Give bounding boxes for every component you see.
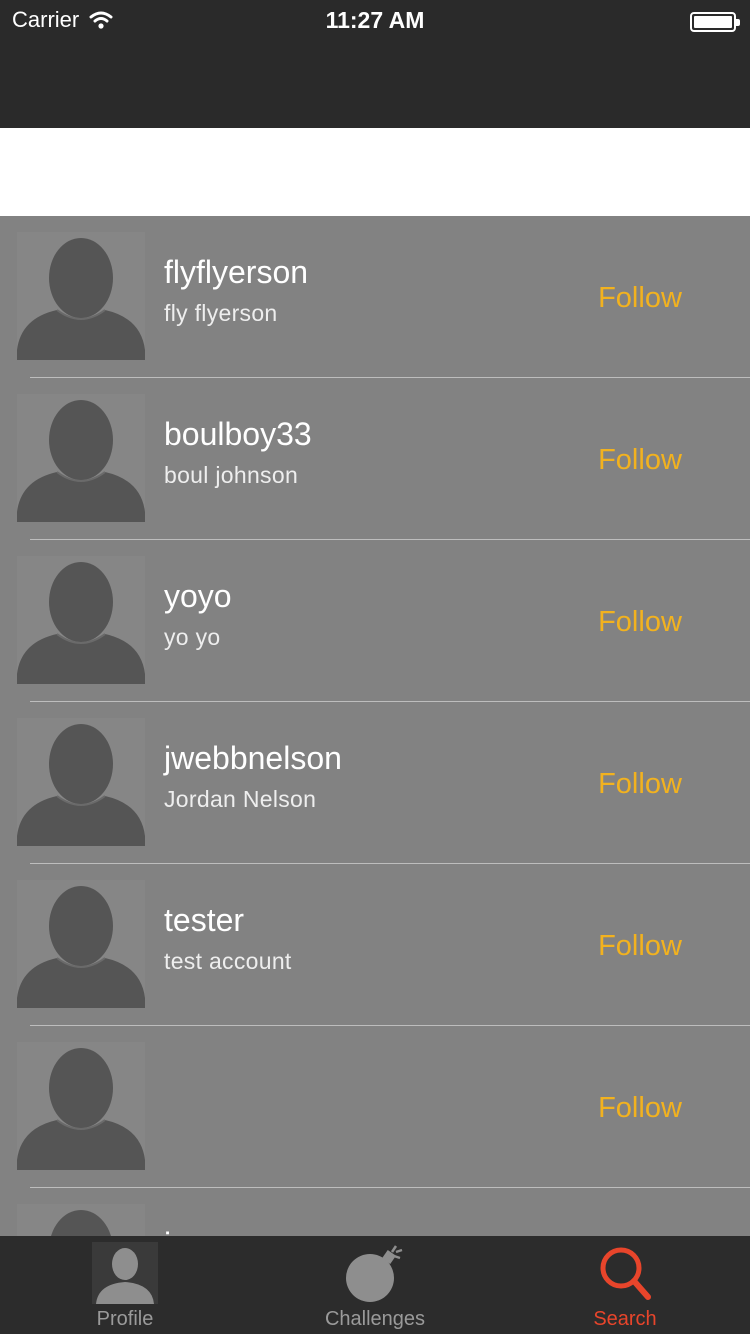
full-name: boul johnson	[164, 462, 299, 488]
avatar	[17, 880, 145, 1008]
follow-button[interactable]: Follow	[580, 764, 700, 804]
battery-icon	[690, 12, 740, 32]
username: tester	[164, 902, 245, 938]
follow-button[interactable]: Follow	[580, 602, 700, 642]
search-bar[interactable]	[0, 128, 750, 216]
user-row[interactable]: Follow	[0, 1026, 750, 1188]
navigation-bar	[0, 40, 750, 128]
username: i	[164, 1226, 171, 1236]
user-row[interactable]: yoyo yo yo Follow	[0, 540, 750, 702]
avatar	[17, 1204, 145, 1236]
tab-search[interactable]: Search	[500, 1236, 750, 1334]
follow-button[interactable]: Follow	[580, 926, 700, 966]
follow-button[interactable]: Follow	[580, 440, 700, 480]
avatar	[17, 394, 145, 522]
follow-button[interactable]: Follow	[580, 278, 700, 318]
avatar	[17, 232, 145, 360]
user-row[interactable]: boulboy33 boul johnson Follow	[0, 378, 750, 540]
full-name: fly flyerson	[164, 300, 278, 326]
username: jwebbnelson	[164, 740, 342, 776]
avatar	[17, 556, 145, 684]
username: flyflyerson	[164, 254, 309, 290]
user-row[interactable]: jwebbnelson Jordan Nelson Follow	[0, 702, 750, 864]
tab-profile[interactable]: Profile	[0, 1236, 250, 1334]
search-input[interactable]	[0, 128, 750, 216]
tab-label: Search	[593, 1308, 657, 1330]
status-bar: Carrier 11:27 AM	[0, 0, 750, 40]
user-row[interactable]: flyflyerson fly flyerson Follow	[0, 216, 750, 378]
username: yoyo	[164, 578, 232, 614]
username: boulboy33	[164, 416, 312, 452]
tab-label: Challenges	[324, 1308, 426, 1330]
tab-bar: Profile Challenges Search	[0, 1236, 750, 1334]
full-name: Jordan Nelson	[164, 786, 317, 812]
status-time: 11:27 AM	[325, 7, 425, 33]
user-row[interactable]: i	[0, 1188, 750, 1236]
search-icon	[600, 1247, 651, 1300]
full-name: test account	[164, 948, 292, 974]
profile-icon	[92, 1242, 158, 1304]
user-row[interactable]: tester test account Follow	[0, 864, 750, 1026]
avatar	[17, 1042, 145, 1170]
full-name: yo yo	[164, 624, 221, 650]
tab-label: Profile	[96, 1308, 154, 1330]
avatar	[17, 718, 145, 846]
follow-button[interactable]: Follow	[580, 1088, 700, 1128]
tab-challenges[interactable]: Challenges	[250, 1236, 500, 1334]
user-list[interactable]: flyflyerson fly flyerson Follow boulboy33 bo…	[0, 216, 750, 1236]
bomb-icon	[346, 1245, 403, 1302]
